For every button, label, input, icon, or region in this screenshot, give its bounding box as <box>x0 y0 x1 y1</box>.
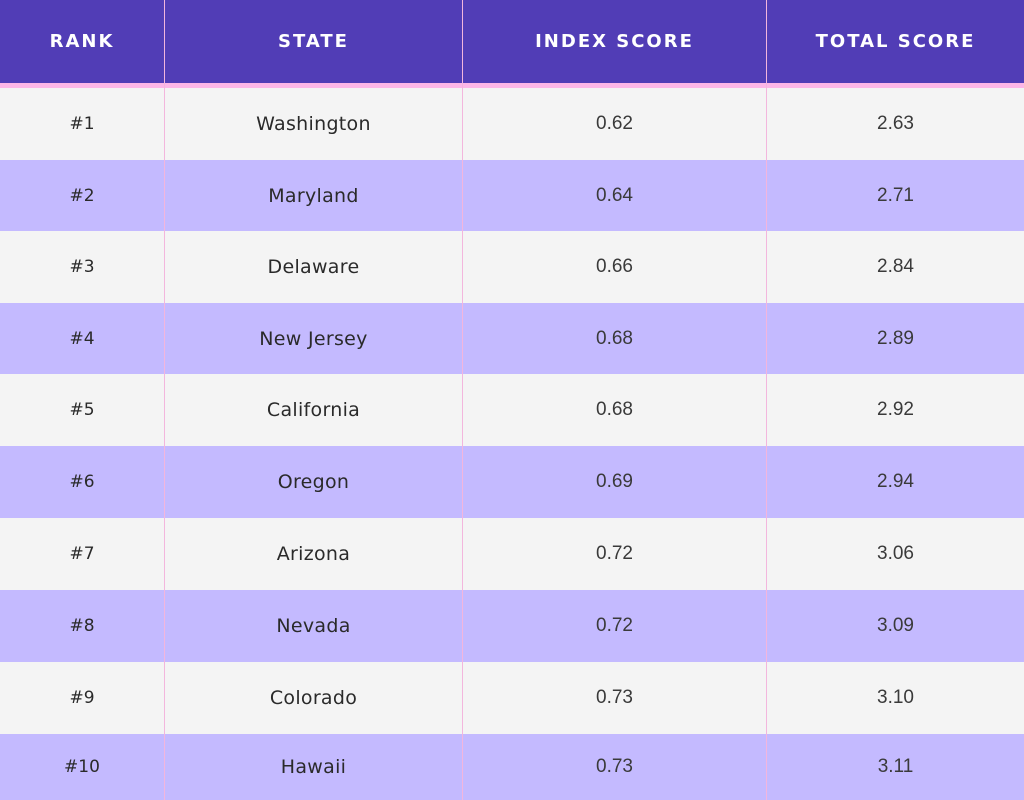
column-divider <box>164 0 165 800</box>
cell-state: California <box>266 399 361 421</box>
cell-total-score: 2.71 <box>877 184 914 206</box>
cell-state: Maryland <box>268 184 359 207</box>
table-row: #9 Colorado 0.73 3.10 <box>0 662 1024 734</box>
cell-index-score: 0.64 <box>596 184 633 206</box>
ranking-table: RANK STATE INDEX SCORE TOTAL SCORE #1 Was… <box>0 0 1024 800</box>
cell-index-score: 0.68 <box>596 327 633 349</box>
cell-state: Oregon <box>277 471 350 493</box>
cell-state: New Jersey <box>259 327 368 350</box>
cell-index-score: 0.72 <box>596 543 633 564</box>
cell-state: Colorado <box>269 687 358 709</box>
table-row: #5 California 0.68 2.92 <box>0 374 1024 446</box>
column-divider <box>462 0 463 800</box>
cell-state: Hawaii <box>280 756 347 778</box>
table-row: #3 Delaware 0.66 2.84 <box>0 231 1024 303</box>
cell-index-score: 0.73 <box>596 756 633 777</box>
cell-state: Arizona <box>276 543 351 565</box>
table-row: #7 Arizona 0.72 3.06 <box>0 518 1024 590</box>
cell-state: Nevada <box>276 615 351 637</box>
cell-index-score: 0.62 <box>596 113 633 134</box>
table-row: #2 Maryland 0.64 2.71 <box>0 160 1024 231</box>
column-divider <box>766 0 767 800</box>
cell-rank: #4 <box>69 328 95 349</box>
header-total-score: TOTAL SCORE <box>815 31 976 52</box>
table-row: #6 Oregon 0.69 2.94 <box>0 446 1024 518</box>
cell-index-score: 0.73 <box>596 687 633 708</box>
cell-total-score: 3.10 <box>877 687 914 708</box>
cell-rank: #2 <box>69 185 95 206</box>
cell-total-score: 2.84 <box>877 256 914 277</box>
cell-index-score: 0.69 <box>596 471 633 492</box>
cell-rank: #8 <box>69 616 95 636</box>
cell-index-score: 0.72 <box>596 615 633 636</box>
header-state: STATE <box>278 31 349 52</box>
cell-state: Washington <box>256 113 371 135</box>
cell-rank: #3 <box>69 257 95 277</box>
cell-rank: #6 <box>69 472 95 492</box>
table-header: RANK STATE INDEX SCORE TOTAL SCORE <box>0 0 1024 83</box>
table-row: #1 Washington 0.62 2.63 <box>0 88 1024 160</box>
cell-total-score: 2.63 <box>877 113 914 134</box>
cell-total-score: 3.09 <box>877 615 914 636</box>
header-index-score: INDEX SCORE <box>535 31 694 52</box>
cell-total-score: 3.06 <box>877 543 914 564</box>
cell-total-score: 2.94 <box>877 471 914 492</box>
table-row: #8 Nevada 0.72 3.09 <box>0 590 1024 662</box>
cell-rank: #1 <box>69 114 95 134</box>
cell-total-score: 2.92 <box>877 399 914 420</box>
cell-rank: #7 <box>69 544 95 564</box>
cell-rank: #10 <box>64 757 100 777</box>
cell-rank: #9 <box>69 688 95 708</box>
cell-index-score: 0.66 <box>596 256 633 277</box>
table-row: #10 Hawaii 0.73 3.11 <box>0 734 1024 800</box>
cell-state: Delaware <box>267 256 360 278</box>
cell-index-score: 0.68 <box>596 399 633 420</box>
cell-total-score: 3.11 <box>877 756 914 777</box>
table-row: #4 New Jersey 0.68 2.89 <box>0 303 1024 374</box>
cell-rank: #5 <box>69 400 95 420</box>
cell-total-score: 2.89 <box>877 327 914 349</box>
header-rank: RANK <box>49 31 115 52</box>
